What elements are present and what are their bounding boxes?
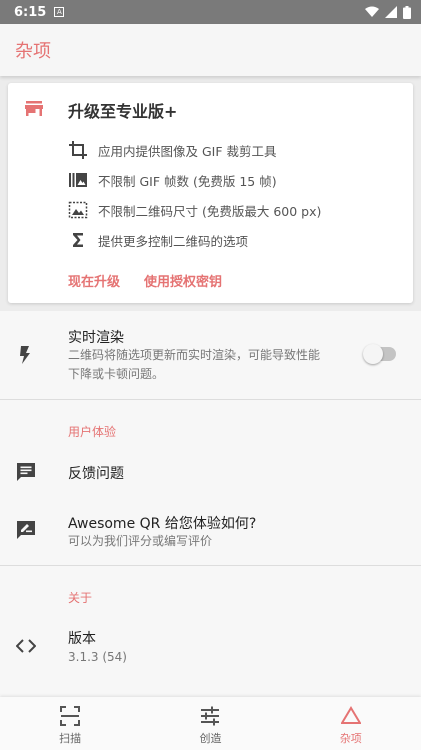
nav-scan[interactable]: 扫描 [0,697,140,750]
status-time: 6:15 [14,4,47,20]
wifi-icon [365,6,379,17]
rate-review-icon [17,521,35,539]
store-icon [25,101,43,116]
nav-label: 杂项 [339,732,362,745]
flash-icon [20,346,30,364]
scan-icon [60,706,81,726]
notification-icon: A [54,7,65,17]
feature-image-size: 不限制二维码尺寸 (免费版最大 600 px) [68,200,321,220]
feature-text: 提供更多控制二维码的选项 [98,233,249,249]
version-value: 3.1.3 (54) [68,650,127,664]
version-row[interactable]: 版本 3.1.3 (54) [0,624,421,670]
realtime-render-title: 实时渲染 [68,330,124,346]
feature-gif-frames: 不限制 GIF 帧数 (免费版 15 帧) [68,170,277,190]
upgrade-title: 升级至专业版+ [68,102,178,121]
upgrade-actions: 现在升级 使用授权密钥 [68,271,222,290]
feature-text: 不限制 GIF 帧数 (免费版 15 帧) [98,173,277,189]
nav-label: 创造 [199,732,222,745]
feedback-row[interactable]: 反馈问题 [0,452,421,492]
battery-icon [403,5,411,19]
feature-more-options: 提供更多控制二维码的选项 [68,230,248,250]
status-bar: 6:15 A [0,0,421,24]
app-bar: 杂项 [0,24,421,76]
upgrade-card: 升级至专业版+ 应用内提供图像及 GIF 裁剪工具 不限制 GIF 帧数 (免费… [8,83,413,303]
page-title: 杂项 [15,41,51,62]
toggle-knob [363,344,383,364]
realtime-render-toggle[interactable] [363,344,396,364]
realtime-render-subtitle-1: 二维码将随选项更新而实时渲染，可能导致性能 [68,348,321,362]
bottom-nav: 扫描 创造 杂项 [0,697,421,750]
nav-create[interactable]: 创造 [140,697,280,750]
feature-crop: 应用内提供图像及 GIF 裁剪工具 [68,140,277,160]
tune-icon [201,706,220,726]
feature-text: 应用内提供图像及 GIF 裁剪工具 [98,143,277,159]
feedback-title: 反馈问题 [68,466,124,482]
code-icon [16,639,36,653]
sigma-icon [73,233,83,247]
rate-title: Awesome QR 给您体验如何? [68,516,257,532]
gif-frames-icon [69,173,87,187]
feature-text: 不限制二维码尺寸 (免费版最大 600 px) [98,203,322,219]
triangle-icon [340,706,361,724]
version-title: 版本 [68,631,96,647]
realtime-render-subtitle-2: 下降或卡顿问题。 [68,367,165,381]
status-icons [365,5,411,19]
rate-subtitle: 可以为我们评分或编写评价 [68,534,213,548]
use-license-key-button[interactable]: 使用授权密钥 [144,271,222,290]
nav-label: 扫描 [59,732,82,745]
rate-row[interactable]: Awesome QR 给您体验如何? 可以为我们评分或编写评价 [0,507,421,557]
feedback-icon [17,463,35,481]
nav-misc[interactable]: 杂项 [281,697,421,750]
realtime-render-row[interactable]: 实时渲染 二维码将随选项更新而实时渲染，可能导致性能 下降或卡顿问题。 [0,311,421,399]
signal-icon [385,6,397,18]
upgrade-now-button[interactable]: 现在升级 [68,271,120,290]
category-user-experience: 用户体验 [68,425,117,439]
image-size-icon [68,201,88,219]
crop-icon [69,141,87,159]
category-about: 关于 [68,591,93,605]
